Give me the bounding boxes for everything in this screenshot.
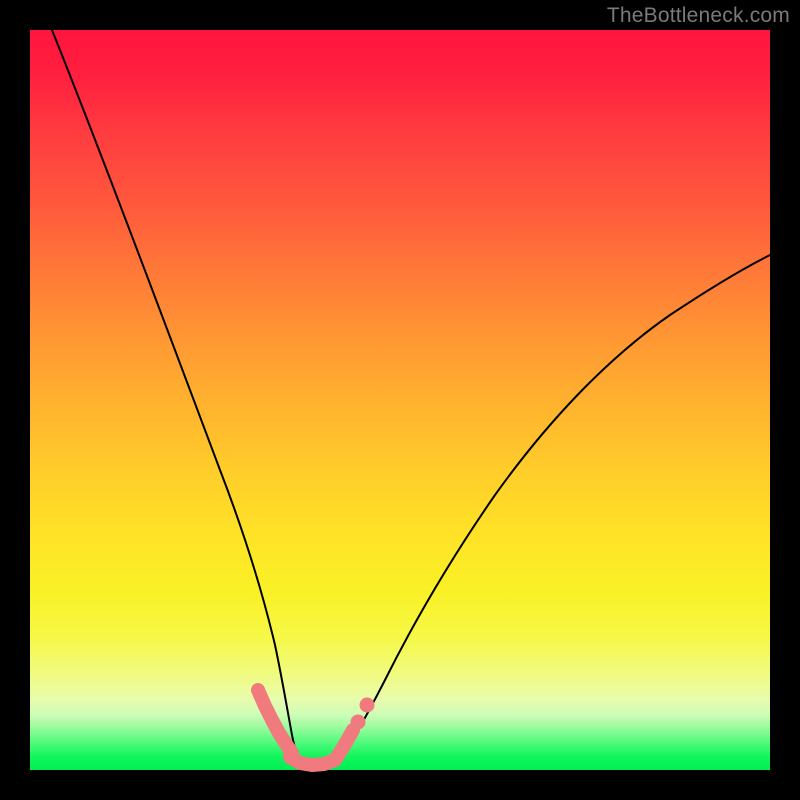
chart-frame: TheBottleneck.com: [0, 0, 800, 800]
watermark-text: TheBottleneck.com: [607, 4, 790, 28]
pink-highlight-left-segment: [258, 690, 292, 753]
plot-area: [30, 30, 770, 770]
pink-dot-upper-right: [360, 698, 375, 713]
curve-left-branch: [52, 30, 302, 765]
curve-svg: [30, 30, 770, 770]
pink-highlight-right-segment: [335, 730, 353, 760]
curve-right-branch: [335, 255, 770, 765]
pink-dot-lower-right: [351, 715, 366, 730]
